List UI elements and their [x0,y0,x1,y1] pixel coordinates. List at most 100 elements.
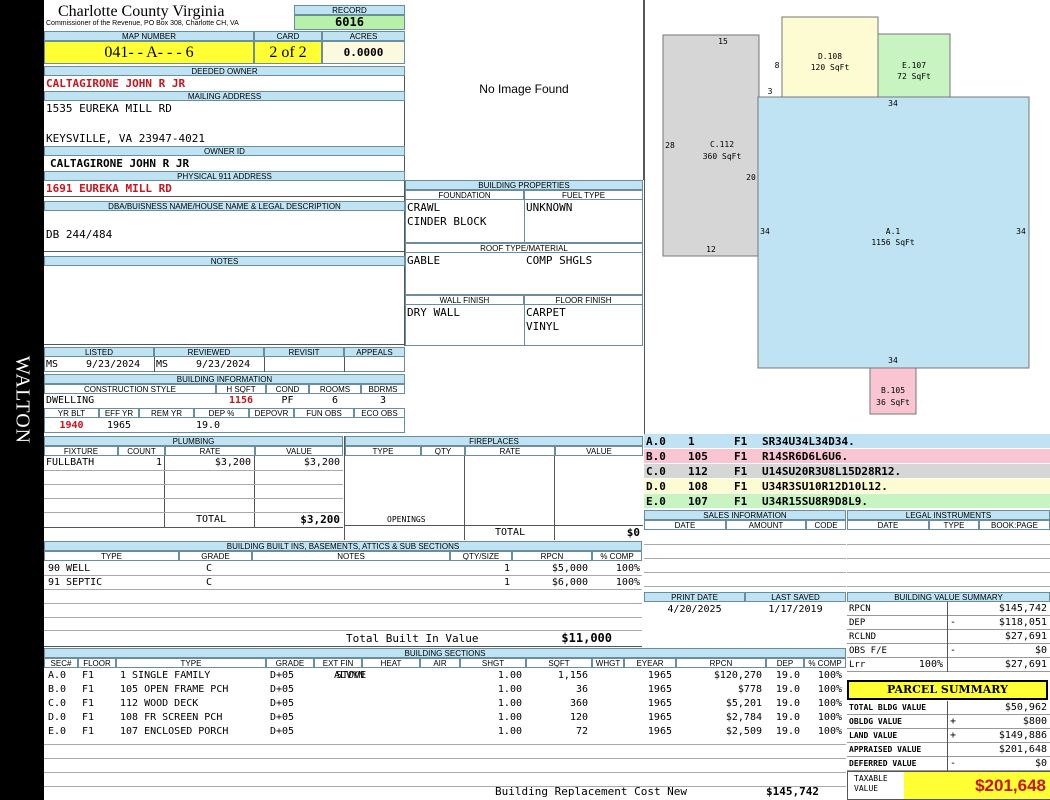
sketch-dim: 12 [706,245,716,254]
section-cell: D+05 [270,698,295,709]
section-cell: A.0 [48,670,67,681]
section-cell: 1.00 [497,712,522,723]
sketch-label-d-area: 120 SqFt [811,63,850,72]
deeded-owner: CALTAGIRONE JOHN R JR [46,77,186,90]
bdrms-value: 3 [379,395,387,406]
section-cell: $5,201 [725,698,762,709]
built-in-type: 91 SEPTIC [48,577,103,588]
bdrms-label: BDRMS [361,384,405,394]
sections-header: % COMP [804,658,846,668]
section-cell: 1965 [647,698,672,709]
sections-header: EXT FIN [314,658,362,668]
roof-type-value: GABLE [407,254,441,267]
section-cell: 1,156 [557,670,588,681]
listing-section: LISTED REVIEWED REVISIT APPEALS MS 9/23/… [44,347,405,374]
built-in-rpcn: $5,000 [551,563,588,574]
fireplace-header-qty: QTY [421,446,465,456]
owner-section: DEEDED OWNER CALTAGIRONE JOHN R JR MAILI… [44,66,405,346]
card-number: 2 of 2 [254,41,322,64]
section-cell: 100% [817,670,842,681]
rooms-value: 6 [331,395,339,406]
sketch-dim: 15 [718,37,728,46]
parcel-summary-value: $800 [1022,716,1047,727]
segment-num: 112 [688,465,708,478]
sections-title: BUILDING SECTIONS [44,648,846,658]
sketch-label-c-code: C.112 [710,140,734,149]
sketch-dim: 34 [888,99,898,108]
segment-num: 1 [688,435,695,448]
segment-code: E.0 [646,495,666,508]
print-date-label: PRINT DATE [644,592,745,602]
parcel-summary-title: PARCEL SUMMARY [847,680,1048,700]
value-summary-row: DEP - $118,051 [847,616,1050,630]
fireplace-total-label: TOTAL [495,527,526,538]
value-summary-value: $27,691 [1004,659,1047,670]
plumbing-rate: $3,200 [214,457,251,468]
section-cell: $2,509 [725,726,762,737]
sketch-label-a-area: 1156 SqFt [871,238,915,247]
deeded-owner-label: DEEDED OWNER [44,66,405,76]
sketch-label-a-code: A.1 [886,227,901,236]
property-image: No Image Found [405,0,644,180]
value-summary-row: OBS F/E - $0 [847,644,1050,658]
section-cell: 19.0 [775,684,800,695]
section-cell: 107 ENCLOSED PORCH [120,726,229,737]
sales-title: SALES INFORMATION [644,510,846,520]
segment-floor: F1 [734,495,748,508]
dep-value: 19.0 [196,420,221,431]
floor-finish-label: FLOOR FINISH [524,295,643,305]
replacement-cost: $145,742 [766,785,819,798]
sections-header: RPCN [676,658,766,668]
plumbing-title: PLUMBING [44,436,343,446]
segment-floor: F1 [734,480,748,493]
section-cell: D+05 [270,726,295,737]
section-cell: 1 SINGLE FAMILY [120,670,211,681]
value-summary-value: $118,051 [998,617,1047,628]
built-in-qty: 1 [503,563,510,574]
fireplace-header-rate: RATE [465,446,555,456]
value-summary-value: $145,742 [998,603,1047,614]
plumbing-header-rate: RATE [165,446,255,456]
physical-address: 1691 EUREKA MILL RD [46,182,172,195]
section-cell: D+05 [270,670,295,681]
section-cell: 100% [817,684,842,695]
legal-instruments: LEGAL INSTRUMENTS DATE TYPE BOOK:PAGE [847,510,1050,590]
revisit-label: REVISIT [264,347,344,357]
value-summary-label: RPCN [849,604,871,614]
parcel-summary-value: $50,962 [1004,702,1047,713]
section-cell: $120,270 [713,670,762,681]
section-cell: C.0 [48,698,67,709]
foundation-value-2: CINDER BLOCK [407,215,487,228]
mailing-line-1: 1535 EUREKA MILL RD [46,102,172,115]
sketch-dim: 34 [1016,227,1026,236]
cond-label: COND [266,384,309,394]
legal-title: LEGAL INSTRUMENTS [847,510,1050,520]
section-cell: 1965 [647,726,672,737]
plumbing-header-count: COUNT [118,446,165,456]
built-in-total-label: Total Built In Value [346,632,479,645]
owner-id: CALTAGIRONE JOHN R JR [50,157,190,170]
office-address: Commissioner of the Revenue, PO Box 308,… [46,20,239,27]
cond-value: PF [281,395,294,406]
yrblt-value: 1940 [59,420,84,431]
parcel-summary: PARCEL SUMMARY TOTAL BLDG VALUE $50,962 OB… [847,680,1050,800]
segment-path: R14SR6D6L6U6. [762,450,849,463]
reviewed-date: 9/23/2024 [196,359,251,370]
sections-header: FLOOR [78,658,116,668]
built-ins-header-type: TYPE [44,551,179,561]
building-value-summary: BUILDING VALUE SUMMARY RPCN $145,742 DEP - $… [847,592,1050,674]
section-cell: 1965 [647,712,672,723]
effyr-value: 1965 [106,420,132,431]
floor-finish-value-2: VINYL [526,320,560,333]
parcel-summary-label: TOTAL BLDG VALUE [849,703,927,712]
map-number: 041- - A- - - 6 [44,41,254,64]
section-cell: F1 [82,698,95,709]
parcel-summary-row: LAND VALUE + $149,886 [847,729,1050,743]
plumbing-total-label: TOTAL [196,514,227,525]
section-cell: 1.00 [497,670,522,681]
parcel-summary-label: APPRAISED VALUE [849,745,922,754]
value-summary-row: Lrr 100% $27,691 [847,658,1050,672]
last-saved: 1/17/2019 [768,604,823,615]
foundation-value-1: CRAWL [407,201,441,214]
parcel-summary-row: TOTAL BLDG VALUE $50,962 [847,701,1050,715]
